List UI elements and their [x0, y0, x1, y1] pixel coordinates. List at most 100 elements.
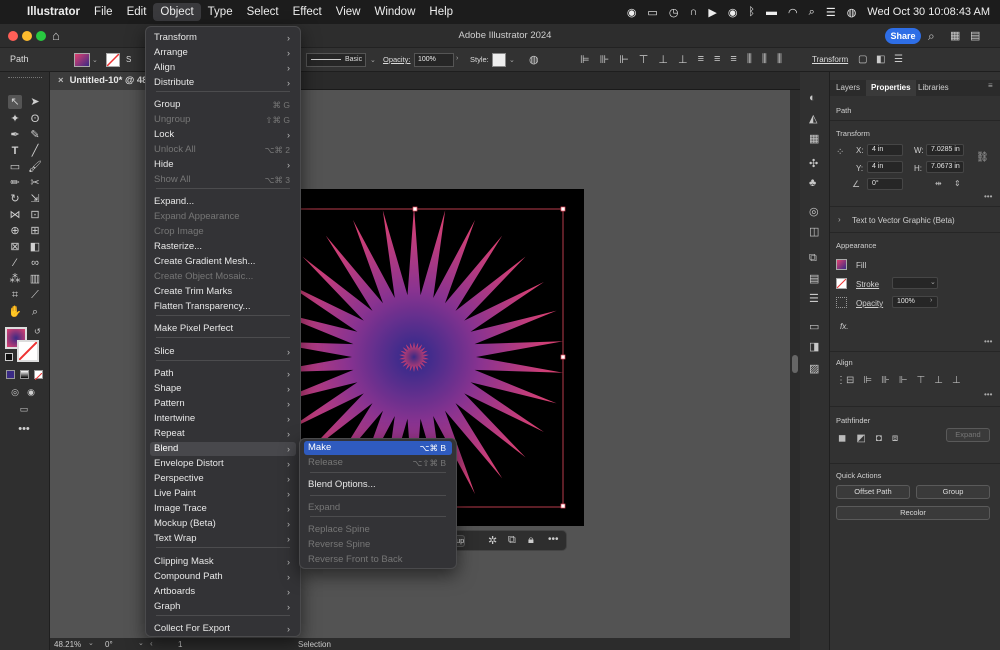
folder-icon[interactable]: ▭: [647, 6, 657, 19]
prev-artboard-icon[interactable]: ‹: [150, 639, 153, 648]
menu-item-hide[interactable]: Hide ›: [150, 158, 296, 172]
scroll-thumb[interactable]: [792, 355, 798, 373]
style-swatch[interactable]: [492, 53, 506, 67]
menu-item-align[interactable]: Align ›: [150, 61, 296, 75]
symbol-sprayer-icon[interactable]: ⁂: [8, 272, 22, 286]
chevron-down-icon[interactable]: ⌄: [370, 56, 376, 64]
chevron-down-icon[interactable]: ⌄: [509, 56, 515, 64]
graphic-styles-icon[interactable]: ◎: [809, 205, 819, 218]
constrain-proportions-icon[interactable]: ⛓: [976, 152, 989, 163]
record-icon[interactable]: ◉: [728, 6, 738, 19]
group-button[interactable]: Group: [916, 485, 990, 499]
libraries-icon[interactable]: ▭: [809, 320, 819, 333]
align-vcenter-icon[interactable]: ⊥: [934, 375, 943, 386]
artboard-tool-icon[interactable]: ⌗: [8, 288, 22, 302]
scissors-icon[interactable]: ✂: [28, 176, 42, 190]
menu-item-text-wrap[interactable]: Text Wrap ›: [150, 532, 296, 546]
menu-item-blend[interactable]: Blend ›: [150, 442, 296, 456]
lock-icon[interactable]: 🔒︎: [528, 534, 534, 547]
menu-item-image-trace[interactable]: Image Trace ›: [150, 502, 296, 516]
fill-swatch[interactable]: [74, 53, 90, 67]
menu-edit[interactable]: Edit: [120, 3, 154, 21]
menu-item-envelope-distort[interactable]: Envelope Distort ›: [150, 457, 296, 471]
align-hcenter-icon[interactable]: ⊪: [881, 375, 890, 386]
slice-tool-icon[interactable]: ⟋: [28, 288, 42, 302]
x-input[interactable]: 4 in: [867, 144, 903, 156]
chevron-down-icon[interactable]: ⌄: [138, 639, 144, 647]
menu-item-artboards[interactable]: Artboards ›: [150, 585, 296, 599]
pathfinder-minus-front-icon[interactable]: ◩: [856, 433, 865, 444]
screen-mode-icon[interactable]: ▭: [17, 402, 31, 416]
selection-handle[interactable]: [412, 206, 418, 212]
width-tool-icon[interactable]: ⋈: [8, 208, 22, 222]
mesh-icon[interactable]: ⊠: [8, 240, 22, 254]
none-mode-icon[interactable]: [34, 370, 43, 381]
menu-effect[interactable]: Effect: [286, 3, 329, 21]
recolor-icon[interactable]: ◍: [529, 53, 539, 66]
menu-help[interactable]: Help: [422, 3, 460, 21]
transparency-icon[interactable]: ◫: [809, 225, 819, 238]
transform-link[interactable]: Transform: [812, 55, 848, 64]
menu-item-pattern[interactable]: Pattern ›: [150, 397, 296, 411]
eyedropper-icon[interactable]: ⁄: [8, 256, 22, 270]
menu-item-repeat[interactable]: Repeat ›: [150, 427, 296, 441]
pencil-icon[interactable]: ✏: [8, 176, 22, 190]
appearance-fill-swatch[interactable]: [836, 259, 847, 270]
menu-file[interactable]: File: [87, 3, 120, 21]
perspective-grid-icon[interactable]: ⊞: [28, 224, 42, 238]
menu-select[interactable]: Select: [240, 3, 286, 21]
stroke-label[interactable]: Stroke: [856, 280, 879, 289]
pathfinder-exclude-icon[interactable]: ⧈: [892, 433, 898, 444]
opacity-label[interactable]: Opacity:: [383, 55, 411, 64]
lasso-icon[interactable]: ʘ: [28, 112, 42, 126]
offset-path-button[interactable]: Offset Path: [836, 485, 910, 499]
panel-menu-icon[interactable]: ≡: [988, 81, 993, 90]
color-guide-icon[interactable]: ◭: [809, 112, 817, 125]
selection-handle[interactable]: [560, 354, 566, 360]
search-icon[interactable]: ⌕: [809, 6, 815, 19]
selection-handle[interactable]: [560, 503, 566, 509]
menu-item-shape[interactable]: Shape ›: [150, 382, 296, 396]
current-tool[interactable]: Selection: [298, 640, 331, 649]
battery-icon[interactable]: ▬: [766, 6, 777, 18]
align-hcenter-icon[interactable]: ⊪: [600, 53, 610, 66]
blend-menu-item-blend-options[interactable]: Blend Options...: [304, 478, 452, 492]
artboard-number[interactable]: 1: [178, 640, 182, 649]
chevron-right-icon[interactable]: ›: [930, 297, 932, 304]
flip-horizontal-icon[interactable]: ⇹: [935, 179, 942, 188]
blend-menu-item-make[interactable]: Make ⌥⌘ B: [304, 441, 452, 455]
menu-item-rasterize[interactable]: Rasterize...: [150, 240, 296, 254]
pathfinder-unite-icon[interactable]: ◼: [838, 433, 846, 444]
more-options-icon[interactable]: •••: [984, 337, 992, 346]
free-transform-icon[interactable]: ⊡: [28, 208, 42, 222]
menu-item-mockup-beta[interactable]: Mockup (Beta) ›: [150, 517, 296, 531]
stroke-icon[interactable]: ☰: [809, 292, 819, 305]
menu-object[interactable]: Object: [153, 3, 201, 21]
headphones-icon[interactable]: ∩: [689, 6, 697, 18]
align-left-icon[interactable]: ⊫: [580, 53, 590, 66]
symbols-icon[interactable]: ♣: [809, 177, 816, 189]
selection-tool-icon[interactable]: ↖: [8, 95, 22, 109]
menu-type[interactable]: Type: [201, 3, 240, 21]
align-right-icon[interactable]: ⊩: [619, 53, 629, 66]
menu-item-create-trim-marks[interactable]: Create Trim Marks: [150, 285, 296, 299]
distribute-icon[interactable]: ≡: [714, 53, 720, 66]
control-center-icon[interactable]: ☰: [826, 6, 836, 19]
gradient-mode-icon[interactable]: [20, 370, 29, 379]
bluetooth-icon[interactable]: ᛒ: [748, 6, 755, 18]
more-options-icon[interactable]: •••: [548, 534, 559, 545]
align-top-icon[interactable]: ⊤: [639, 53, 649, 66]
align-to-icon[interactable]: ⋮⊟: [836, 375, 854, 386]
shape-builder-icon[interactable]: ⊕: [8, 224, 22, 238]
menu-item-clipping-mask[interactable]: Clipping Mask ›: [150, 555, 296, 569]
rotation-value[interactable]: 0°: [105, 640, 113, 649]
default-colors-icon[interactable]: [5, 353, 13, 361]
panels-icon[interactable]: ▦: [950, 29, 960, 42]
scale-icon[interactable]: ⇲: [28, 192, 42, 206]
close-tab-icon[interactable]: ×: [58, 75, 64, 86]
color-icon[interactable]: ◐: [809, 92, 816, 104]
tab-properties[interactable]: Properties: [866, 80, 916, 96]
hand-tool-icon[interactable]: ✋: [8, 305, 22, 319]
direct-selection-tool-icon[interactable]: ➤: [28, 95, 42, 109]
fx-icon[interactable]: fx.: [840, 322, 848, 331]
